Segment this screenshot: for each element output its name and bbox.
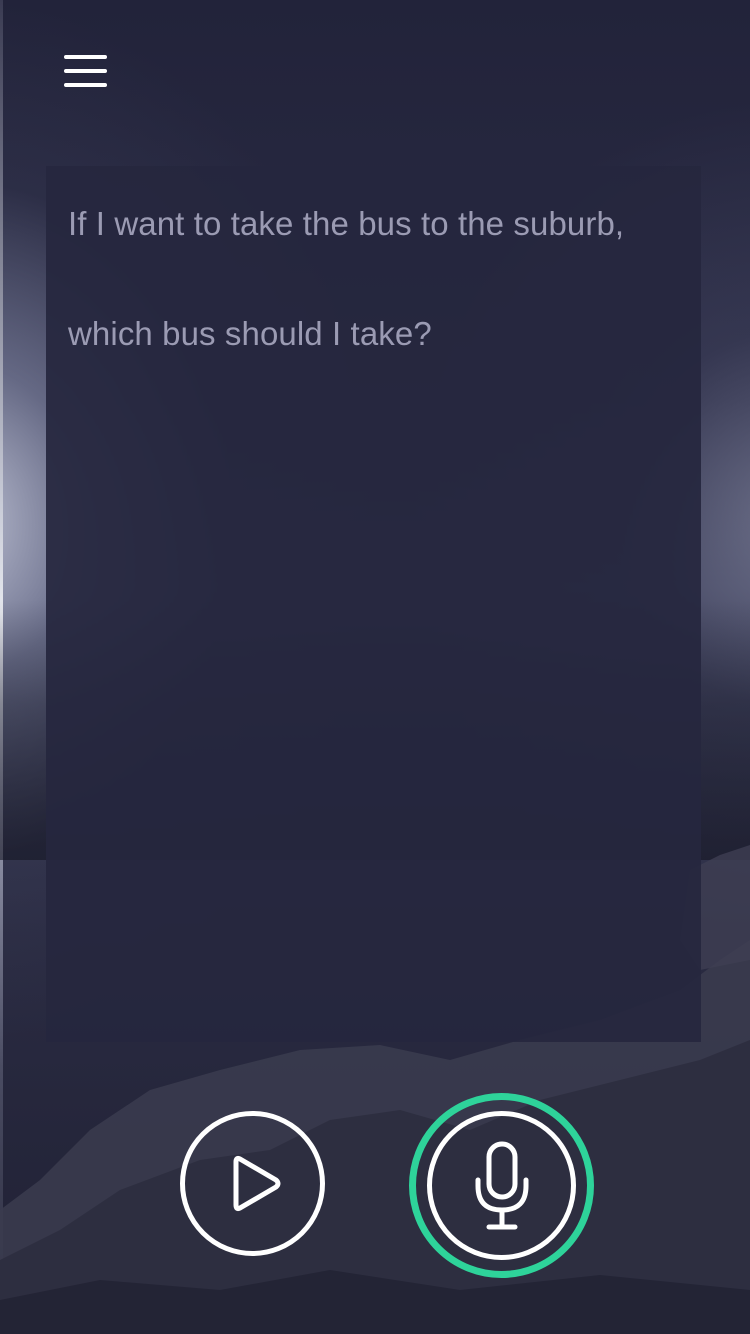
transcript-card: If I want to take the bus to the suburb,…: [46, 166, 701, 1042]
transcript-line: If I want to take the bus to the suburb,: [68, 205, 625, 242]
transcript-text: If I want to take the bus to the suburb,…: [68, 196, 679, 361]
voice-assistant-screen: If I want to take the bus to the suburb,…: [0, 0, 750, 1334]
menu-icon-bar-bottom: [64, 83, 107, 87]
record-button-inner-ring: [427, 1111, 576, 1260]
transcript-line: which bus should I take?: [68, 315, 432, 352]
record-button[interactable]: [409, 1093, 594, 1278]
menu-button[interactable]: [56, 46, 114, 96]
menu-icon-bar-middle: [64, 69, 107, 73]
menu-icon-bar-top: [64, 55, 107, 59]
microphone-icon: [475, 1141, 529, 1230]
play-button[interactable]: [180, 1111, 325, 1256]
play-icon: [233, 1155, 281, 1212]
